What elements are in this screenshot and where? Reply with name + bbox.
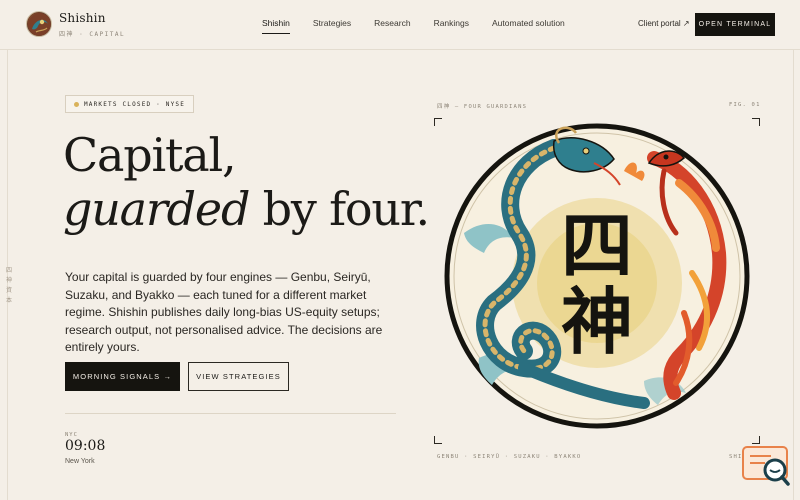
morning-signals-button[interactable]: MORNING SIGNALS → xyxy=(65,362,180,391)
emblem-kanji-bottom: 神 xyxy=(561,279,633,364)
chat-search-widget[interactable] xyxy=(741,446,791,488)
open-terminal-button[interactable]: OPEN TERMINAL xyxy=(695,13,775,36)
nav-item-rankings[interactable]: Rankings xyxy=(434,18,469,34)
nav-item-shishin[interactable]: Shishin xyxy=(262,18,290,34)
figure-footer-guardians: GENBU · SEIRYŪ · SUZAKU · BYAKKO xyxy=(437,454,582,460)
nav-item-research[interactable]: Research xyxy=(374,18,410,34)
frame-corner xyxy=(434,436,442,444)
market-status-text: MARKETS CLOSED · NYSE xyxy=(84,100,186,108)
hero-description: Your capital is guarded by four engines … xyxy=(65,270,383,354)
headline-line-2-rest: by four. xyxy=(249,182,431,236)
headline-line-1: Capital, xyxy=(63,128,237,182)
side-label-text: 四神資本 xyxy=(6,267,13,304)
headline-italic-word: guarded xyxy=(63,182,250,236)
logo-icon[interactable] xyxy=(26,11,52,37)
site-header: Shishin 四神 · CAPITAL Shishin Strategies … xyxy=(0,0,800,50)
frame-corner xyxy=(752,436,760,444)
brand[interactable]: Shishin 四神 · CAPITAL xyxy=(59,11,125,38)
status-dot-icon xyxy=(74,101,79,107)
brand-subtitle: 四神 · CAPITAL xyxy=(59,31,126,38)
frame-corner xyxy=(434,118,442,126)
brand-name: Shishin xyxy=(59,11,106,25)
hero-headline: Capital, guarded by four. xyxy=(63,128,431,236)
frame-corner xyxy=(752,118,760,126)
clock-time: 09:08 xyxy=(65,438,106,454)
nav-item-automated-solution[interactable]: Automated solution xyxy=(492,18,565,34)
four-guardians-emblem: 四 神 xyxy=(444,123,750,429)
chat-search-icon xyxy=(742,446,790,486)
emblem-kanji-top: 四 xyxy=(561,203,633,288)
clock-city: New York xyxy=(65,458,95,465)
market-status-badge: MARKETS CLOSED · NYSE xyxy=(65,95,195,113)
nav-item-strategies[interactable]: Strategies xyxy=(313,18,351,34)
figure-caption: 四神 — FOUR GUARDIANS xyxy=(437,104,528,110)
client-portal-link[interactable]: Client portal ↗ xyxy=(638,19,690,28)
figure-number: FIG. 01 xyxy=(729,102,761,108)
right-rail-divider xyxy=(793,50,794,500)
main-nav: Shishin Strategies Research Rankings Aut… xyxy=(262,18,565,34)
side-vertical-label: 四神資本 xyxy=(3,266,15,306)
hero-divider xyxy=(65,413,396,414)
view-strategies-button[interactable]: VIEW STRATEGIES xyxy=(188,362,289,391)
